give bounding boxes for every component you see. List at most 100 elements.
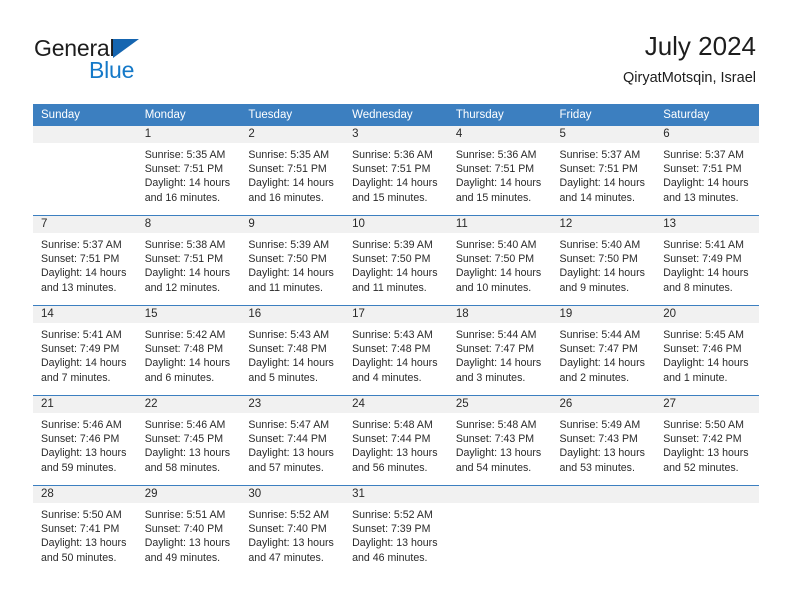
daylight-duration-line1: Daylight: 14 hours [663, 267, 749, 280]
calendar-day-cell[interactable]: 19 Sunrise: 5:44 AM Sunset: 7:47 PM Dayligh… [551, 305, 656, 396]
day-number: 3 [344, 126, 448, 143]
calendar-day-cell[interactable]: 26 Sunrise: 5:49 AM Sunset: 7:43 PM Dayligh… [551, 395, 656, 486]
day-details: Sunrise: 5:50 AM Sunset: 7:41 PM Daylight:… [33, 503, 137, 565]
daylight-duration-line2: and 16 minutes. [144, 191, 221, 204]
calendar-day-cell[interactable]: 20 Sunrise: 5:45 AM Sunset: 7:46 PM Dayligh… [655, 305, 759, 396]
calendar-day-cell [655, 485, 759, 575]
daylight-duration-line2: and 56 minutes. [352, 461, 428, 474]
daylight-duration-line2: and 47 minutes. [248, 551, 324, 564]
daylight-duration-line2: and 9 minutes. [559, 281, 630, 294]
daylight-duration-line1: Daylight: 14 hours [455, 357, 542, 370]
day-cell: 23 Sunrise: 5:47 AM Sunset: 7:44 PM Dayligh… [240, 396, 345, 485]
daylight-duration-line2: and 6 minutes. [144, 371, 215, 384]
day-details: Sunrise: 5:45 AM Sunset: 7:46 PM Daylight:… [655, 323, 759, 385]
day-details: Sunrise: 5:35 AM Sunset: 7:51 PM Daylight:… [137, 143, 241, 205]
calendar-page: General Blue July 2024 QiryatMotsqin, Is… [0, 0, 792, 612]
sunrise-time: Sunrise: 5:52 AM [352, 509, 433, 521]
sunrise-time: Sunrise: 5:46 AM [41, 419, 122, 431]
calendar-day-cell[interactable]: 24 Sunrise: 5:48 AM Sunset: 7:44 PM Dayligh… [344, 395, 448, 486]
daylight-duration-line1: Daylight: 13 hours [248, 447, 334, 460]
sunrise-time: Sunrise: 5:36 AM [455, 149, 537, 161]
day-details: Sunrise: 5:51 AM Sunset: 7:40 PM Daylight:… [137, 503, 241, 565]
calendar-day-cell[interactable]: 22 Sunrise: 5:46 AM Sunset: 7:45 PM Dayligh… [136, 395, 241, 486]
calendar-day-cell[interactable]: 18 Sunrise: 5:44 AM Sunset: 7:47 PM Dayligh… [447, 305, 552, 396]
calendar-day-cell[interactable]: 4 Sunrise: 5:36 AM Sunset: 7:51 PM Daylight… [447, 126, 552, 216]
day-number: 31 [344, 486, 448, 503]
sunrise-time: Sunrise: 5:52 AM [248, 509, 330, 521]
calendar-day-cell[interactable]: 7 Sunrise: 5:37 AM Sunset: 7:51 PM Daylight… [33, 215, 137, 306]
sunset-time: Sunset: 7:51 PM [41, 253, 120, 266]
day-number: 30 [240, 486, 345, 503]
daylight-duration-line1: Daylight: 13 hours [41, 447, 127, 460]
calendar-day-cell[interactable]: 17 Sunrise: 5:43 AM Sunset: 7:48 PM Dayligh… [344, 305, 448, 396]
sunrise-time: Sunrise: 5:43 AM [352, 329, 433, 341]
daylight-duration-line1: Daylight: 14 hours [455, 177, 542, 190]
sunset-time: Sunset: 7:51 PM [663, 163, 742, 176]
daylight-duration-line1: Daylight: 14 hours [663, 177, 749, 190]
daylight-duration-line2: and 58 minutes. [144, 461, 221, 474]
sunrise-time: Sunrise: 5:36 AM [352, 149, 433, 161]
day-number: 11 [447, 216, 552, 233]
calendar-day-cell[interactable]: 8 Sunrise: 5:38 AM Sunset: 7:51 PM Daylight… [136, 215, 241, 306]
calendar-day-cell [33, 126, 137, 216]
day-number: 21 [33, 396, 137, 413]
daylight-duration-line1: Daylight: 14 hours [248, 357, 334, 370]
calendar-day-cell[interactable]: 28 Sunrise: 5:50 AM Sunset: 7:41 PM Dayligh… [33, 485, 137, 575]
day-number [33, 126, 137, 143]
sunset-time: Sunset: 7:49 PM [41, 343, 120, 356]
calendar-day-cell[interactable]: 6 Sunrise: 5:37 AM Sunset: 7:51 PM Daylight… [655, 126, 759, 216]
day-cell-empty [655, 486, 759, 575]
day-details: Sunrise: 5:36 AM Sunset: 7:51 PM Daylight:… [344, 143, 448, 205]
daylight-duration-line1: Daylight: 13 hours [144, 537, 231, 550]
day-details: Sunrise: 5:43 AM Sunset: 7:48 PM Daylight:… [344, 323, 448, 385]
calendar-day-cell[interactable]: 1 Sunrise: 5:35 AM Sunset: 7:51 PM Daylight… [136, 126, 241, 216]
calendar-day-cell[interactable]: 9 Sunrise: 5:39 AM Sunset: 7:50 PM Daylight… [240, 215, 345, 306]
day-number: 14 [33, 306, 137, 323]
calendar-day-cell[interactable]: 23 Sunrise: 5:47 AM Sunset: 7:44 PM Dayligh… [240, 395, 345, 486]
sunset-time: Sunset: 7:50 PM [455, 253, 535, 266]
day-number: 7 [33, 216, 137, 233]
calendar-day-cell[interactable]: 12 Sunrise: 5:40 AM Sunset: 7:50 PM Dayligh… [551, 215, 656, 306]
daylight-duration-line2: and 2 minutes. [559, 371, 630, 384]
weekday-header-row: Sunday Monday Tuesday Wednesday Thursday… [33, 104, 759, 126]
sunset-time: Sunset: 7:49 PM [663, 253, 742, 266]
calendar-day-cell[interactable]: 31 Sunrise: 5:52 AM Sunset: 7:39 PM Dayligh… [344, 485, 448, 575]
calendar-day-cell[interactable]: 14 Sunrise: 5:41 AM Sunset: 7:49 PM Dayligh… [33, 305, 137, 396]
calendar-day-cell[interactable]: 30 Sunrise: 5:52 AM Sunset: 7:40 PM Dayligh… [240, 485, 345, 575]
calendar-day-cell[interactable]: 16 Sunrise: 5:43 AM Sunset: 7:48 PM Dayligh… [240, 305, 345, 396]
sunset-time: Sunset: 7:51 PM [455, 163, 535, 176]
day-cell: 13 Sunrise: 5:41 AM Sunset: 7:49 PM Dayligh… [655, 216, 759, 305]
daylight-duration-line1: Daylight: 13 hours [352, 447, 438, 460]
day-number: 23 [240, 396, 345, 413]
calendar-day-cell[interactable]: 10 Sunrise: 5:39 AM Sunset: 7:50 PM Dayligh… [344, 215, 448, 306]
daylight-duration-line1: Daylight: 14 hours [248, 177, 334, 190]
sunrise-time: Sunrise: 5:44 AM [559, 329, 641, 341]
calendar-day-cell[interactable]: 27 Sunrise: 5:50 AM Sunset: 7:42 PM Dayligh… [655, 395, 759, 486]
calendar-day-cell[interactable]: 21 Sunrise: 5:46 AM Sunset: 7:46 PM Dayligh… [33, 395, 137, 486]
calendar-day-cell[interactable]: 29 Sunrise: 5:51 AM Sunset: 7:40 PM Dayligh… [136, 485, 241, 575]
calendar-day-cell[interactable]: 11 Sunrise: 5:40 AM Sunset: 7:50 PM Dayligh… [447, 215, 552, 306]
day-cell: 2 Sunrise: 5:35 AM Sunset: 7:51 PM Daylight… [240, 126, 345, 215]
general-blue-logo: General Blue [34, 36, 244, 88]
daylight-duration-line1: Daylight: 14 hours [248, 267, 334, 280]
sunset-time: Sunset: 7:44 PM [352, 433, 431, 446]
daylight-duration-line1: Daylight: 14 hours [144, 357, 231, 370]
calendar-day-cell[interactable]: 2 Sunrise: 5:35 AM Sunset: 7:51 PM Daylight… [240, 126, 345, 216]
calendar-day-cell[interactable]: 25 Sunrise: 5:48 AM Sunset: 7:43 PM Dayligh… [447, 395, 552, 486]
calendar-day-cell[interactable]: 3 Sunrise: 5:36 AM Sunset: 7:51 PM Daylight… [344, 126, 448, 216]
calendar-day-cell[interactable]: 15 Sunrise: 5:42 AM Sunset: 7:48 PM Dayligh… [136, 305, 241, 396]
day-details: Sunrise: 5:39 AM Sunset: 7:50 PM Daylight:… [240, 233, 344, 295]
calendar-day-cell[interactable]: 5 Sunrise: 5:37 AM Sunset: 7:51 PM Daylight… [551, 126, 656, 216]
daylight-duration-line1: Daylight: 14 hours [41, 357, 127, 370]
calendar-day-cell[interactable]: 13 Sunrise: 5:41 AM Sunset: 7:49 PM Dayligh… [655, 215, 759, 306]
daylight-duration-line1: Daylight: 14 hours [352, 357, 438, 370]
sunrise-time: Sunrise: 5:40 AM [455, 239, 537, 251]
sunrise-time: Sunrise: 5:49 AM [559, 419, 641, 431]
day-cell: 22 Sunrise: 5:46 AM Sunset: 7:45 PM Dayligh… [136, 396, 241, 485]
day-number: 27 [655, 396, 759, 413]
sunset-time: Sunset: 7:50 PM [352, 253, 431, 266]
day-number: 1 [136, 126, 241, 143]
daylight-duration-line2: and 46 minutes. [352, 551, 428, 564]
day-details: Sunrise: 5:40 AM Sunset: 7:50 PM Daylight:… [448, 233, 552, 295]
day-details: Sunrise: 5:37 AM Sunset: 7:51 PM Daylight:… [655, 143, 759, 205]
